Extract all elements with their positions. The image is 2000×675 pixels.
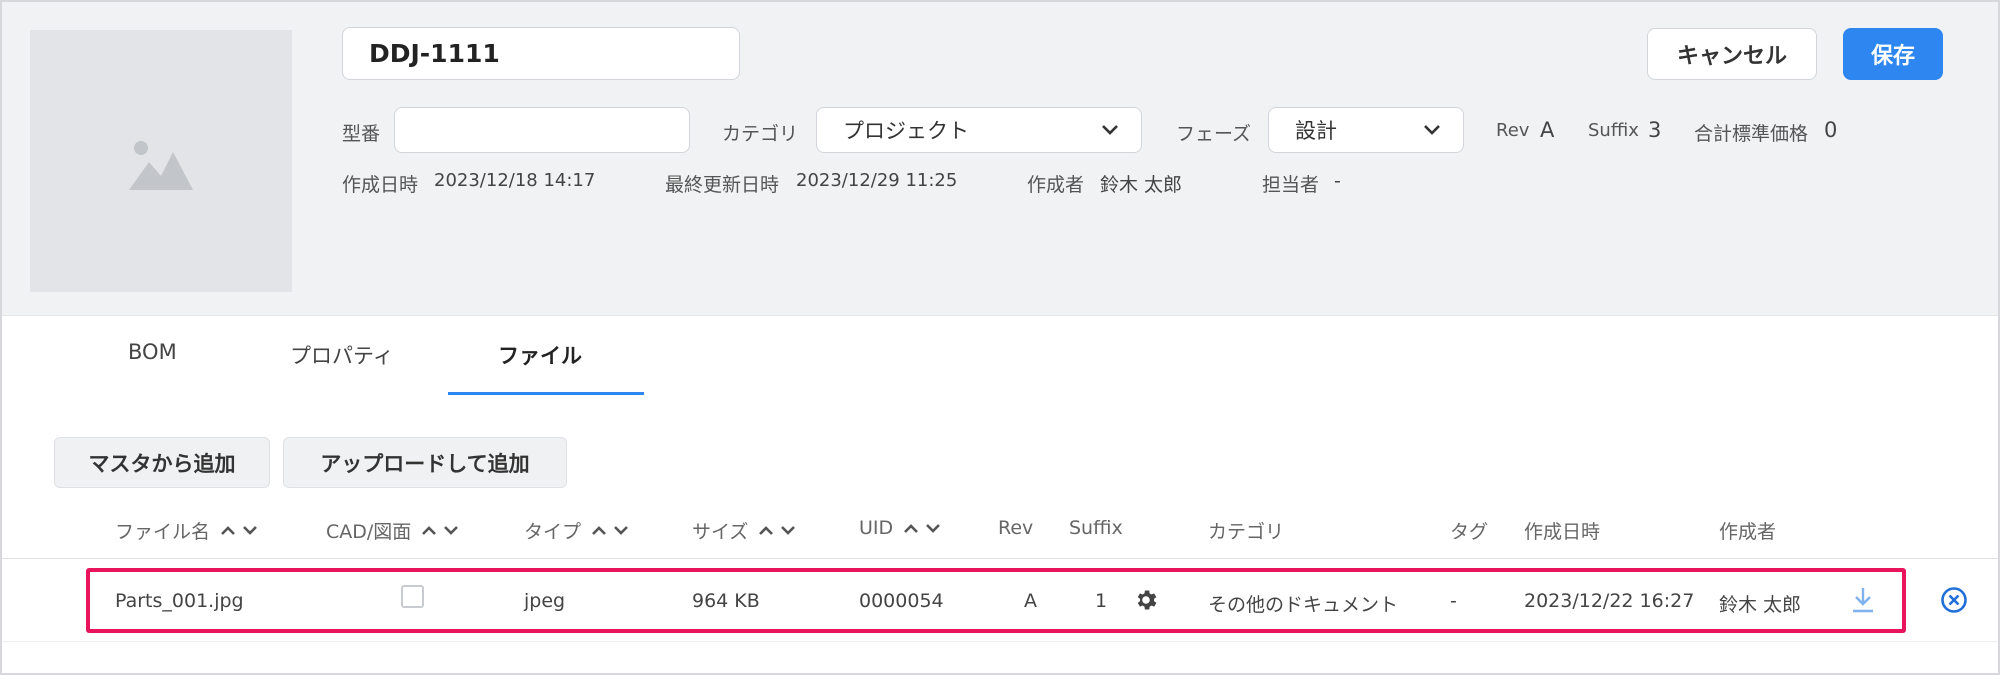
add-from-master-button[interactable]: マスタから追加	[54, 437, 270, 488]
suffix-value: 3	[1648, 118, 1662, 142]
column-header-created: 作成日時	[1524, 517, 1600, 544]
save-button[interactable]: 保存	[1843, 28, 1943, 80]
sort-desc-icon[interactable]	[780, 525, 796, 536]
model-number-input[interactable]	[394, 107, 690, 153]
column-header-uid[interactable]: UID	[859, 517, 941, 539]
updated-date-value: 2023/12/29 11:25	[796, 170, 958, 191]
column-header-tag: タグ	[1450, 517, 1488, 544]
column-header-filename[interactable]: ファイル名	[115, 517, 258, 544]
sort-desc-icon[interactable]	[613, 525, 629, 536]
image-placeholder-icon	[129, 141, 193, 190]
category-select[interactable]: プロジェクト	[816, 107, 1142, 153]
sort-control[interactable]	[421, 525, 459, 536]
tab-properties[interactable]: プロパティ	[290, 340, 394, 370]
column-header-size[interactable]: サイズ	[692, 517, 796, 544]
table-header-divider	[2, 558, 1998, 559]
sort-control[interactable]	[591, 525, 629, 536]
column-header-type[interactable]: タイプ	[524, 517, 629, 544]
category-select-value: プロジェクト	[843, 119, 969, 143]
chevron-down-icon	[1424, 125, 1440, 135]
column-header-label: ファイル名	[115, 521, 211, 543]
sort-desc-icon[interactable]	[443, 525, 459, 536]
item-thumbnail[interactable]	[30, 30, 292, 292]
phase-label: フェーズ	[1176, 123, 1252, 145]
column-header-label: CAD/図面	[326, 521, 412, 543]
assignee-value: -	[1334, 170, 1341, 192]
column-header-label: タイプ	[524, 521, 582, 543]
column-header-label: Rev	[998, 517, 1034, 539]
row-highlight-outline	[86, 568, 1906, 633]
sort-desc-icon[interactable]	[925, 523, 941, 534]
sort-desc-icon[interactable]	[242, 525, 258, 536]
column-header-label: カテゴリ	[1208, 521, 1285, 543]
column-header-label: 作成日時	[1524, 521, 1601, 543]
active-tab-indicator	[448, 392, 644, 395]
rev-value: A	[1540, 118, 1555, 142]
chevron-down-icon	[1102, 125, 1118, 135]
phase-select-value: 設計	[1295, 119, 1337, 143]
sort-asc-icon[interactable]	[421, 525, 437, 536]
category-label: カテゴリ	[722, 123, 799, 145]
column-header-label: Suffix	[1069, 517, 1123, 539]
sort-asc-icon[interactable]	[903, 523, 919, 534]
creator-label: 作成者	[1027, 174, 1085, 196]
column-header-suffix: Suffix	[1069, 517, 1123, 539]
sort-control[interactable]	[758, 525, 796, 536]
updated-date-label: 最終更新日時	[665, 174, 780, 196]
tab-files[interactable]: ファイル	[498, 340, 582, 370]
column-header-rev: Rev	[998, 517, 1033, 539]
sort-control[interactable]	[903, 523, 941, 534]
column-header-cad[interactable]: CAD/図面	[326, 517, 459, 544]
column-header-label: UID	[859, 517, 894, 539]
cancel-button[interactable]: キャンセル	[1647, 28, 1817, 80]
tab-bom[interactable]: BOM	[128, 340, 177, 364]
remove-circle-icon[interactable]	[1940, 586, 1968, 614]
creator-value: 鈴木 太郎	[1100, 174, 1183, 196]
sort-asc-icon[interactable]	[591, 525, 607, 536]
table-row-divider	[2, 641, 1998, 642]
column-header-label: サイズ	[692, 521, 749, 543]
sort-asc-icon[interactable]	[758, 525, 774, 536]
phase-select[interactable]: 設計	[1268, 107, 1464, 153]
sort-asc-icon[interactable]	[220, 525, 236, 536]
model-number-label: 型番	[342, 123, 381, 145]
item-name-field[interactable]: DDJ-1111	[342, 27, 740, 80]
total-price-label: 合計標準価格	[1694, 123, 1809, 145]
upload-and-add-button[interactable]: アップロードして追加	[283, 437, 567, 488]
suffix-label: Suffix	[1588, 120, 1639, 141]
column-header-label: タグ	[1450, 521, 1489, 543]
created-date-label: 作成日時	[342, 174, 419, 196]
assignee-label: 担当者	[1262, 174, 1320, 196]
sort-control[interactable]	[220, 525, 258, 536]
column-header-label: 作成者	[1719, 521, 1777, 543]
total-price-value: 0	[1824, 118, 1838, 142]
rev-label: Rev	[1496, 120, 1530, 141]
column-header-category: カテゴリ	[1208, 517, 1284, 544]
created-date-value: 2023/12/18 14:17	[434, 170, 596, 191]
column-header-creator: 作成者	[1719, 517, 1776, 544]
